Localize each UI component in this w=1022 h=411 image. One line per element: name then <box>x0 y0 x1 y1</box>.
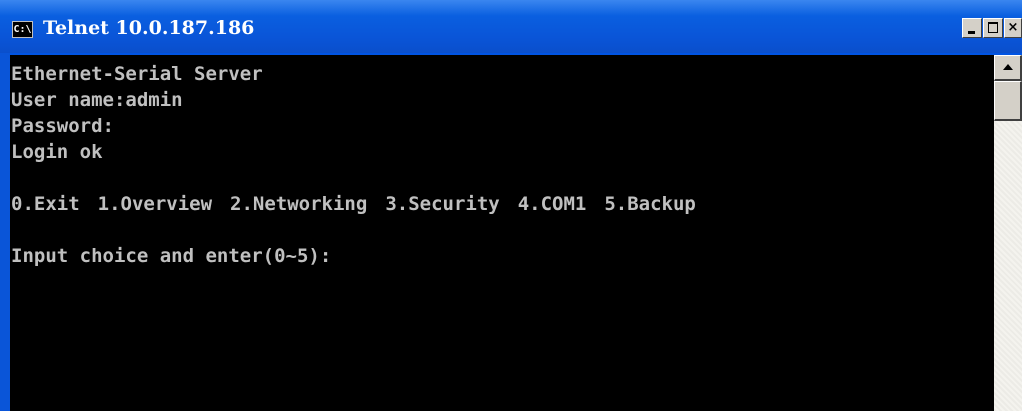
menu-option-exit: 0.Exit <box>11 193 80 215</box>
terminal-output[interactable]: Ethernet-Serial Server User name:admin P… <box>10 55 994 411</box>
minimize-button[interactable] <box>962 18 982 38</box>
menu-option-com1: 4.COM1 <box>517 193 587 215</box>
menu-option-security: 3.Security <box>385 193 500 215</box>
vertical-scrollbar[interactable] <box>994 55 1022 411</box>
menu-option-backup: 5.Backup <box>604 193 696 215</box>
window-title: Telnet 10.0.187.186 <box>43 17 255 39</box>
terminal-line-banner: Ethernet-Serial Server <box>11 63 263 85</box>
terminal-prompt[interactable]: Input choice and enter(0~5): <box>10 243 994 269</box>
window-border <box>0 53 10 411</box>
terminal-line-blank-2 <box>10 217 994 243</box>
telnet-window: C:\ Telnet 10.0.187.186 × Ethernet-Seria… <box>0 0 1022 411</box>
maximize-button[interactable] <box>983 18 1003 38</box>
menu-option-networking: 2.Networking <box>230 193 368 215</box>
menu-option-overview: 1.Overview <box>97 193 213 215</box>
terminal-line-password: Password: <box>11 115 114 137</box>
terminal-line-login-status: Login ok <box>11 141 103 163</box>
scroll-up-button[interactable] <box>994 55 1022 81</box>
terminal-menu-line: 0.Exit 1.Overview 2.Networking 3.Securit… <box>10 191 994 217</box>
title-bar[interactable]: C:\ Telnet 10.0.187.186 × <box>0 0 1022 53</box>
scroll-thumb[interactable] <box>994 81 1022 121</box>
console-icon[interactable]: C:\ <box>12 21 33 38</box>
close-button[interactable]: × <box>1004 18 1022 38</box>
terminal-line-username: User name:admin <box>11 89 183 111</box>
